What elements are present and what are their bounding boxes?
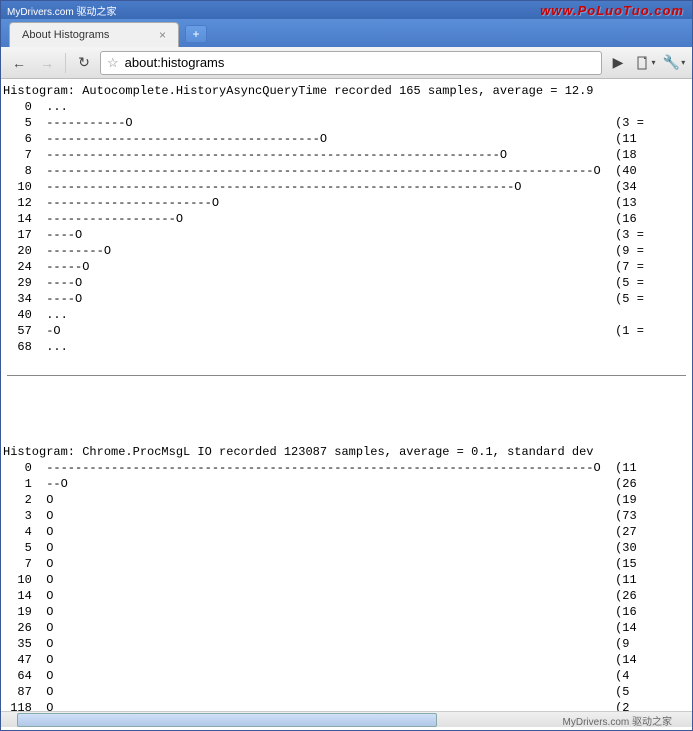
toolbar-separator bbox=[65, 53, 66, 73]
go-button[interactable]: ▶ bbox=[606, 51, 630, 75]
page-icon bbox=[636, 56, 650, 70]
reload-icon: ↻ bbox=[78, 54, 90, 71]
browser-toolbar: ← → ↻ ☆ ▶ ▾ 🔧 ▾ bbox=[1, 47, 692, 79]
histogram-text: Histogram: Autocomplete.HistoryAsyncQuer… bbox=[1, 79, 692, 711]
chevron-down-icon: ▾ bbox=[651, 58, 655, 67]
reload-button[interactable]: ↻ bbox=[72, 51, 96, 75]
chevron-down-icon: ▾ bbox=[681, 58, 685, 67]
back-icon: ← bbox=[12, 55, 26, 71]
url-input[interactable] bbox=[125, 55, 595, 70]
omnibox[interactable]: ☆ bbox=[100, 51, 602, 75]
page-menu-button[interactable]: ▾ bbox=[634, 51, 658, 75]
plus-icon: + bbox=[192, 27, 199, 41]
new-tab-button[interactable]: + bbox=[185, 25, 207, 43]
back-button[interactable]: ← bbox=[7, 51, 31, 75]
tab-strip: About Histograms × + bbox=[1, 19, 692, 47]
scrollbar-thumb[interactable] bbox=[17, 713, 437, 727]
page-content[interactable]: Histogram: Autocomplete.HistoryAsyncQuer… bbox=[1, 79, 692, 711]
forward-button[interactable]: → bbox=[35, 51, 59, 75]
browser-tab[interactable]: About Histograms × bbox=[9, 22, 179, 47]
bottom-watermark: MyDrivers.com 驱动之家 bbox=[563, 713, 672, 728]
titlebar-text: MyDrivers.com 驱动之家 bbox=[7, 3, 116, 18]
play-icon: ▶ bbox=[613, 54, 624, 71]
star-icon[interactable]: ☆ bbox=[107, 55, 119, 71]
watermark-overlay: www.PoLuoTuo.com bbox=[540, 3, 684, 18]
wrench-menu-button[interactable]: 🔧 ▾ bbox=[662, 51, 686, 75]
wrench-icon: 🔧 bbox=[663, 54, 680, 71]
forward-icon: → bbox=[40, 55, 54, 71]
close-icon[interactable]: × bbox=[159, 28, 166, 42]
tab-title: About Histograms bbox=[22, 29, 109, 41]
